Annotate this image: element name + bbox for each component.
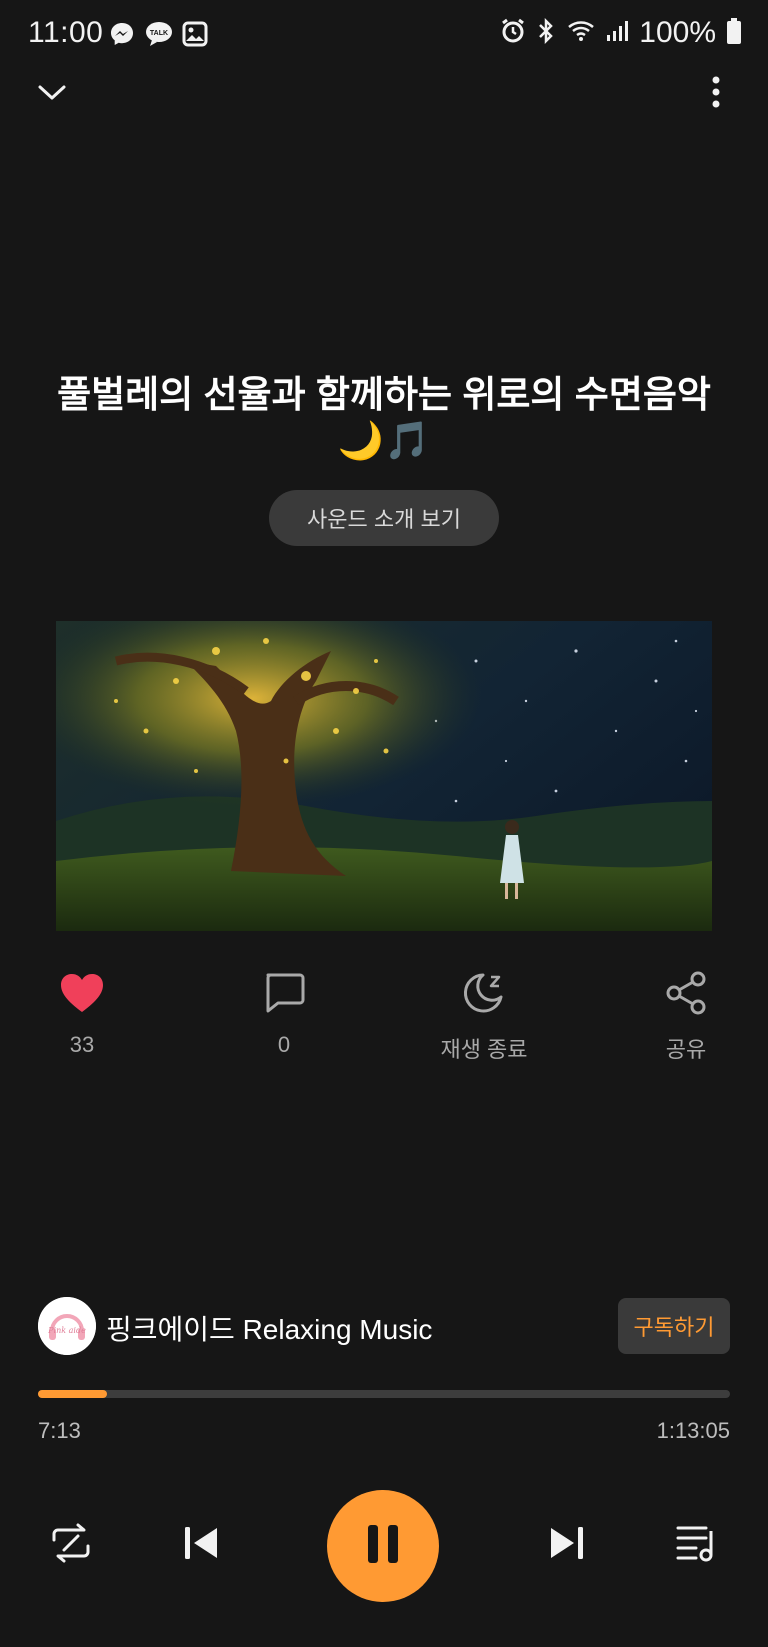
comment-count: 0: [277, 1032, 291, 1057]
bluetooth-icon: [535, 17, 557, 49]
more-vertical-icon: [711, 76, 721, 113]
total-time: 1:13:05: [656, 1418, 730, 1443]
signal-icon: [605, 19, 629, 48]
chevron-down-icon: [37, 82, 67, 107]
like-count: 33: [69, 1032, 95, 1057]
share-label: 공유: [665, 1037, 707, 1062]
messenger-icon: [108, 20, 136, 53]
next-button[interactable]: [532, 1510, 602, 1580]
heart-icon: [59, 972, 105, 1019]
gallery-icon: [182, 21, 208, 52]
repeat-icon: [50, 1522, 92, 1569]
notification-icons: TALK: [108, 20, 208, 53]
comment-icon: [262, 972, 306, 1019]
skip-next-icon: [548, 1524, 586, 1567]
avatar-logo-text: Pink aide: [47, 1326, 86, 1335]
system-icons: 100%: [501, 16, 742, 50]
channel-avatar[interactable]: Pink aide: [38, 1297, 96, 1355]
elapsed-time: 7:13: [38, 1418, 81, 1443]
channel-name[interactable]: 핑크에이드 Relaxing Music: [106, 1308, 432, 1348]
wifi-icon: [567, 19, 595, 48]
share-icon: [665, 971, 707, 1020]
alarm-icon: [501, 18, 525, 49]
subscribe-button[interactable]: 구독하기: [618, 1298, 730, 1354]
share-button[interactable]: 공유: [626, 970, 746, 1064]
track-artwork: [56, 621, 712, 931]
skip-previous-icon: [182, 1524, 220, 1567]
pause-icon: [366, 1523, 400, 1570]
repeat-button[interactable]: [36, 1510, 106, 1580]
progress-fill: [38, 1390, 107, 1398]
battery-icon: [726, 17, 742, 50]
status-time: 11:00: [28, 16, 104, 49]
moon-sleep-icon: [461, 971, 507, 1020]
playlist-icon: [675, 1523, 719, 1568]
more-options-button[interactable]: [688, 66, 744, 122]
battery-percentage: 100%: [639, 16, 716, 49]
playlist-button[interactable]: [662, 1510, 732, 1580]
collapse-button[interactable]: [24, 66, 80, 122]
sleep-timer-button[interactable]: 재생 종료: [424, 970, 544, 1064]
previous-button[interactable]: [166, 1510, 236, 1580]
kakaotalk-icon: TALK: [144, 20, 174, 53]
comment-button[interactable]: 0: [224, 970, 344, 1058]
pause-button[interactable]: [327, 1490, 439, 1602]
sleep-timer-label: 재생 종료: [440, 1037, 528, 1062]
like-button[interactable]: 33: [22, 970, 142, 1058]
status-bar: 11:00 TALK 100%: [0, 0, 768, 70]
track-title: 풀벌레의 선율과 함께하는 위로의 수면음악 🌙🎵: [57, 374, 711, 461]
progress-bar[interactable]: [38, 1390, 730, 1398]
sound-intro-button[interactable]: 사운드 소개 보기: [269, 490, 499, 546]
svg-text:TALK: TALK: [150, 30, 168, 37]
